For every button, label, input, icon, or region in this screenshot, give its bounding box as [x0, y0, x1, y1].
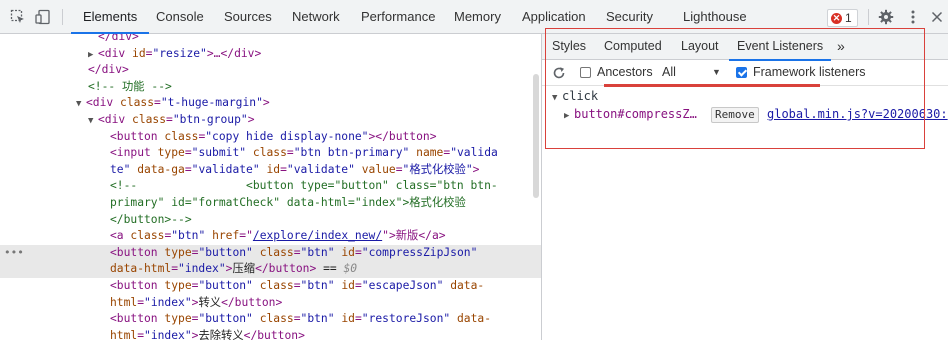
more-menu-icon[interactable]	[904, 8, 922, 26]
collapse-triangle-icon[interactable]: ▼	[76, 96, 86, 113]
dom-line[interactable]: </div>	[0, 62, 541, 79]
dom-line[interactable]: html="index">去除转义</button>	[0, 328, 541, 340]
source-file-link[interactable]: global.min.js?v=20200630:	[767, 107, 948, 121]
dom-line[interactable]: te" data-ga="validate" id="validate" val…	[0, 162, 541, 179]
close-icon[interactable]	[928, 8, 946, 26]
dom-line[interactable]: <!-- <button type="button" class="btn bt…	[0, 178, 541, 195]
dom-line[interactable]: html="index">转义</button>	[0, 295, 541, 312]
collapse-triangle-icon[interactable]: ▼	[552, 93, 562, 103]
more-options-icon[interactable]: •••	[4, 245, 24, 262]
dom-line[interactable]: <!-- 功能 -->	[0, 79, 541, 96]
listener-filter-select[interactable]: All	[662, 60, 676, 86]
event-type-row[interactable]: ▼ click	[552, 89, 598, 103]
tab-lighthouse[interactable]: Lighthouse	[681, 0, 749, 34]
tab-application[interactable]: Application	[520, 0, 588, 34]
selected-dom-line[interactable]: ••• <button type="button" class="btn" id=…	[0, 244, 541, 262]
settings-gear-icon[interactable]	[877, 8, 895, 26]
tab-elements[interactable]: Elements	[70, 0, 150, 34]
tab-network[interactable]: Network	[290, 0, 342, 34]
dom-line[interactable]: <button class="copy hide display-none"><…	[0, 129, 541, 146]
href-link[interactable]: /explore/index_new/	[253, 229, 382, 242]
error-count: 1	[845, 11, 852, 25]
sidebar-tabbar: Styles Computed Layout Event Listeners »	[542, 34, 948, 61]
tabs-overflow-icon[interactable]: »	[837, 34, 845, 60]
remove-listener-button[interactable]: Remove	[711, 107, 759, 123]
framework-listeners-checkbox[interactable]	[736, 67, 747, 78]
listener-node-row[interactable]: ▶ button#compressZ…	[564, 107, 697, 121]
ancestors-label: Ancestors	[597, 65, 653, 79]
framework-listeners-label: Framework listeners	[753, 65, 866, 79]
event-listeners-toolbar: Ancestors All ▼ Framework listeners	[542, 60, 948, 86]
dom-line[interactable]: <button type="button" class="btn" id="es…	[0, 278, 541, 295]
error-count-badge[interactable]: ✕ 1	[827, 9, 858, 27]
tab-memory[interactable]: Memory	[452, 0, 503, 34]
tab-console[interactable]: Console	[154, 0, 206, 34]
highlight-annotation-underline	[604, 84, 820, 87]
chevron-down-icon[interactable]: ▼	[712, 60, 721, 86]
dom-line[interactable]: primary" id="formatCheck" data-html="ind…	[0, 195, 541, 212]
dom-line[interactable]: ▼ <div class="t-huge-margin">	[0, 95, 541, 112]
dom-line[interactable]: <button type="button" class="btn" id="re…	[0, 311, 541, 328]
device-toolbar-icon[interactable]	[34, 8, 52, 26]
dom-scrollbar[interactable]	[533, 74, 539, 198]
ancestors-checkbox[interactable]	[580, 67, 591, 78]
expand-triangle-icon[interactable]: ▶	[564, 111, 574, 121]
tab-sources[interactable]: Sources	[222, 0, 274, 34]
event-listeners-list: ▼ click ▶ button#compressZ… Remove global.…	[542, 86, 948, 146]
tab-layout[interactable]: Layout	[681, 34, 719, 60]
tab-computed[interactable]: Computed	[604, 34, 662, 60]
tab-performance[interactable]: Performance	[359, 0, 437, 34]
tab-event-listeners[interactable]: Event Listeners	[728, 34, 832, 61]
selected-dom-line[interactable]: data-html="index">压缩</button> == $0	[0, 261, 541, 278]
dom-line[interactable]: </button>-->	[0, 212, 541, 229]
dom-line[interactable]: ▼ <div class="btn-group">	[0, 112, 541, 129]
dom-line[interactable]: </div>	[0, 34, 541, 46]
dom-line[interactable]: <input type="submit" class="btn btn-prim…	[0, 145, 541, 162]
collapse-triangle-icon[interactable]: ▼	[88, 113, 98, 130]
dom-line[interactable]: <a class="btn" href="/explore/index_new/…	[0, 228, 541, 245]
dom-line[interactable]: ▶ <div id="resize">…</div>	[0, 46, 541, 63]
refresh-icon[interactable]	[550, 64, 568, 82]
tab-security[interactable]: Security	[604, 0, 655, 34]
expand-triangle-icon[interactable]: ▶	[88, 47, 98, 64]
elements-dom-tree[interactable]: </div> ▶ <div id="resize">…</div> </div> …	[0, 34, 541, 340]
error-icon: ✕	[831, 12, 842, 24]
devtools-main-toolbar: Elements Console Sources Network Perform…	[0, 0, 948, 34]
tab-styles[interactable]: Styles	[552, 34, 586, 60]
inspect-element-icon[interactable]	[9, 8, 27, 26]
